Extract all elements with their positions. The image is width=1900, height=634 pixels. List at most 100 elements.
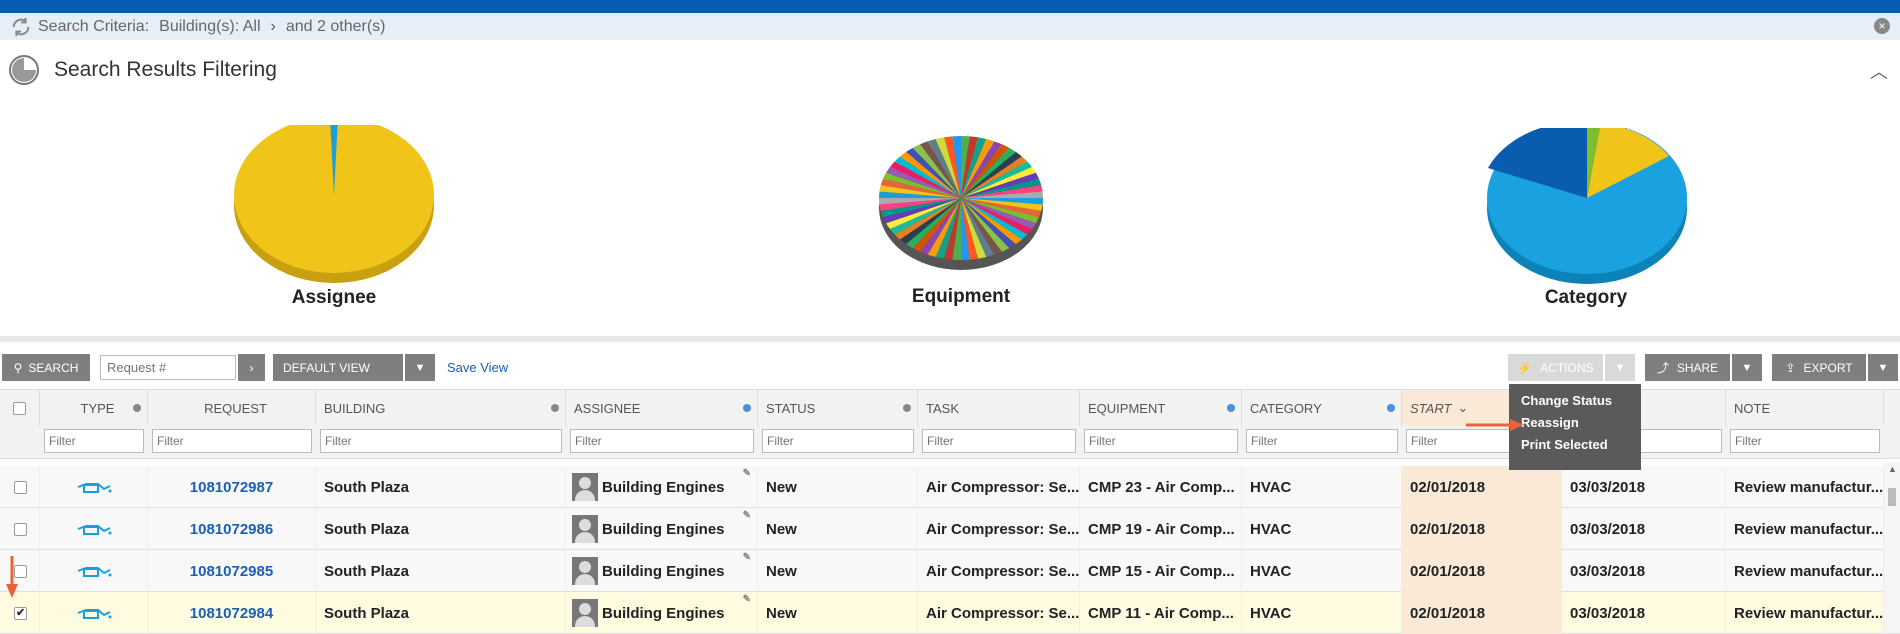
filter-task-cell — [922, 429, 1076, 455]
menu-item-change-status[interactable]: Change Status — [1521, 392, 1641, 414]
status-cell: New — [758, 550, 918, 592]
note-cell: Review manufactur... — [1726, 550, 1884, 592]
menu-item-reassign[interactable]: Reassign — [1521, 414, 1641, 436]
filter-building-cell — [320, 429, 562, 455]
column-header-assignee[interactable]: ASSIGNEE — [566, 390, 758, 426]
sort-icon — [1387, 404, 1395, 412]
type-cell — [40, 550, 148, 592]
refresh-icon[interactable] — [10, 16, 32, 38]
chevron-right-icon: › — [270, 17, 276, 35]
chevron-down-icon: ▼ — [414, 361, 426, 374]
grid-scrollbar[interactable]: ▲ — [1884, 462, 1900, 633]
filter-assignee-cell — [570, 429, 754, 455]
export-icon: ⇪ — [1785, 360, 1796, 375]
actions-dropdown-button[interactable]: ▼ — [1605, 354, 1635, 381]
actions-button[interactable]: ⚡ ACTIONS — [1508, 354, 1603, 381]
column-header-task[interactable]: TASK — [918, 390, 1080, 426]
table-row[interactable]: 1081072986 South Plaza Building Engines … — [0, 508, 1900, 550]
assignee-name: Building Engines — [602, 520, 725, 538]
section-divider — [0, 336, 1900, 342]
column-header-type[interactable]: TYPE — [40, 390, 148, 426]
row-checkbox[interactable] — [14, 522, 27, 536]
share-dropdown-button[interactable]: ▼ — [1732, 354, 1762, 381]
filter-category-input[interactable] — [1246, 429, 1398, 453]
sort-icon — [743, 404, 751, 412]
filtering-title: Search Results Filtering — [54, 58, 277, 81]
pencil-icon[interactable]: ✎ — [743, 594, 751, 605]
request-link[interactable]: 1081072984 — [148, 592, 316, 634]
equipment-pie-chart[interactable] — [860, 128, 1062, 286]
column-header-request[interactable]: REQUEST — [148, 390, 316, 426]
column-header-building[interactable]: BUILDING — [316, 390, 566, 426]
filter-type-input[interactable] — [44, 429, 144, 453]
avatar — [572, 557, 598, 585]
pencil-icon[interactable]: ✎ — [743, 552, 751, 563]
type-cell — [40, 508, 148, 550]
task-cell: Air Compressor: Se... — [918, 508, 1080, 550]
view-select[interactable]: DEFAULT VIEW — [273, 354, 403, 381]
due-cell: 03/03/2018 — [1562, 550, 1726, 592]
oil-can-icon[interactable] — [76, 605, 112, 621]
table-row[interactable]: 1081072987 South Plaza Building Engines … — [0, 466, 1900, 508]
filter-building-input[interactable] — [320, 429, 562, 453]
task-cell: Air Compressor: Se... — [918, 550, 1080, 592]
request-link[interactable]: 1081072985 — [148, 550, 316, 592]
close-icon[interactable]: × — [1874, 18, 1890, 34]
export-button[interactable]: ⇪ EXPORT — [1772, 354, 1866, 381]
table-row[interactable]: 1081072985 South Plaza Building Engines … — [0, 550, 1900, 592]
chevron-down-icon: ▼ — [1614, 361, 1626, 374]
status-cell: New — [758, 592, 918, 634]
row-checkbox[interactable] — [14, 480, 27, 494]
filter-note-input[interactable] — [1730, 429, 1880, 453]
menu-item-print-selected[interactable]: Print Selected — [1521, 436, 1641, 458]
pencil-icon[interactable]: ✎ — [743, 510, 751, 521]
filter-assignee-input[interactable] — [570, 429, 754, 453]
filter-status-input[interactable] — [762, 429, 914, 453]
filter-task-input[interactable] — [922, 429, 1076, 453]
oil-can-icon[interactable] — [76, 521, 112, 537]
request-number-input[interactable] — [100, 355, 236, 380]
column-header-note-label: NOTE — [1734, 400, 1771, 416]
scroll-up-icon[interactable]: ▲ — [1888, 464, 1897, 474]
task-cell: Air Compressor: Se... — [918, 592, 1080, 634]
share-button[interactable]: ⤴ SHARE — [1645, 354, 1730, 381]
select-all-cell — [0, 390, 40, 426]
assignee-cell: Building Engines ✎ — [566, 466, 758, 508]
view-dropdown-button[interactable]: ▼ — [405, 354, 435, 381]
building-cell: South Plaza — [316, 508, 566, 550]
search-button[interactable]: ⚲ SEARCH — [2, 354, 90, 381]
assignee-pie-chart[interactable] — [230, 125, 440, 285]
criteria-buildings[interactable]: Building(s): All — [159, 18, 260, 36]
sort-icon — [1227, 404, 1235, 412]
row-checkbox[interactable] — [14, 606, 27, 620]
column-header-category[interactable]: CATEGORY — [1242, 390, 1402, 426]
oil-can-icon[interactable] — [76, 563, 112, 579]
export-dropdown-button[interactable]: ▼ — [1868, 354, 1898, 381]
note-cell: Review manufactur... — [1726, 592, 1884, 634]
sort-icon — [133, 404, 141, 412]
equipment-cell: CMP 23 - Air Comp... — [1080, 466, 1242, 508]
select-all-checkbox[interactable] — [13, 401, 26, 415]
chevron-up-icon[interactable]: ︿ — [1870, 58, 1888, 84]
column-header-equipment[interactable]: EQUIPMENT — [1080, 390, 1242, 426]
filter-request-input[interactable] — [152, 429, 312, 453]
assignee-name: Building Engines — [602, 604, 725, 622]
filter-equipment-input[interactable] — [1084, 429, 1238, 453]
request-link[interactable]: 1081072987 — [148, 466, 316, 508]
table-row[interactable]: 1081072984 South Plaza Building Engines … — [0, 592, 1900, 634]
column-header-status[interactable]: STATUS — [758, 390, 918, 426]
column-header-note[interactable]: NOTE — [1726, 390, 1884, 426]
column-header-status-label: STATUS — [766, 400, 816, 416]
column-header-equipment-label: EQUIPMENT — [1088, 400, 1166, 416]
oil-can-icon[interactable] — [76, 479, 112, 495]
go-button[interactable]: › — [238, 354, 265, 381]
pencil-icon[interactable]: ✎ — [743, 468, 751, 479]
avatar — [572, 473, 598, 501]
criteria-others[interactable]: and 2 other(s) — [286, 18, 386, 36]
scrollbar-thumb[interactable] — [1888, 488, 1896, 506]
assignee-chart-label: Assignee — [291, 287, 377, 308]
row-select-cell — [0, 592, 40, 634]
save-view-link[interactable]: Save View — [447, 360, 508, 375]
category-pie-chart[interactable] — [1485, 128, 1689, 286]
request-link[interactable]: 1081072986 — [148, 508, 316, 550]
